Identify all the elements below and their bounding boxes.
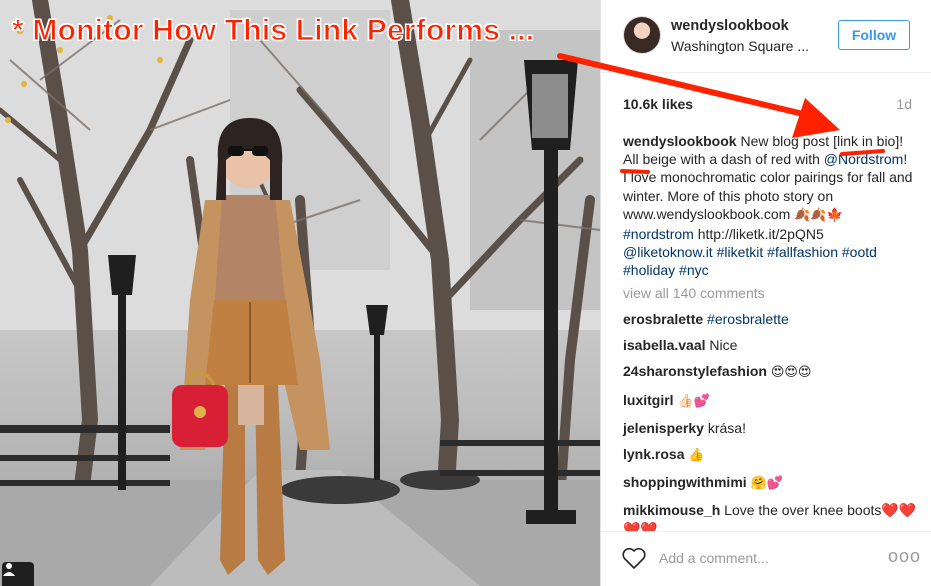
view-all-comments-link[interactable]: view all 140 comments bbox=[623, 285, 765, 301]
person-icon-glyph bbox=[3, 563, 15, 576]
hashtag-nordstrom[interactable]: #nordstrom bbox=[623, 226, 694, 242]
comment-hashtag[interactable]: #erosbralette bbox=[707, 311, 789, 327]
hashtag-liketkit[interactable]: #liketkit bbox=[717, 244, 764, 260]
comment-footer: ooo bbox=[601, 531, 931, 586]
caption-username[interactable]: wendyslookbook bbox=[623, 133, 737, 149]
post-caption: wendyslookbook New blog post [link in bi… bbox=[623, 132, 913, 280]
instagram-post-screen: * Monitor How This Link Performs ... wen… bbox=[0, 0, 931, 586]
comment-item: isabella.vaal Nice bbox=[623, 336, 918, 354]
hashtag-holiday[interactable]: #holiday bbox=[623, 262, 675, 278]
post-location[interactable]: Washington Square ... bbox=[671, 38, 809, 54]
post-header: wendyslookbook Washington Square ... Fol… bbox=[601, 0, 931, 73]
mention-liketoknow[interactable]: @liketoknow.it bbox=[623, 244, 713, 260]
comment-item: lynk.rosa 👍 bbox=[623, 445, 918, 465]
comment-text: 😍😍😍 bbox=[770, 365, 812, 381]
more-options-icon[interactable]: ooo bbox=[888, 546, 920, 568]
caption-text-1: New blog post [ bbox=[740, 133, 837, 149]
post-photo[interactable]: * Monitor How This Link Performs ... bbox=[0, 0, 600, 586]
hashtag-fallfashion[interactable]: #fallfashion bbox=[767, 244, 838, 260]
post-time[interactable]: 1d bbox=[896, 96, 912, 112]
likes-count[interactable]: 10.6k likes bbox=[623, 96, 693, 112]
hashtag-nyc[interactable]: #nyc bbox=[679, 262, 709, 278]
mention-nordstrom[interactable]: @Nordstrom bbox=[824, 151, 904, 167]
comment-item: 24sharonstylefashion 😍😍😍 bbox=[623, 362, 918, 382]
heart-icon[interactable] bbox=[621, 546, 649, 572]
post-username[interactable]: wendyslookbook bbox=[671, 18, 789, 34]
comment-item: jelenisperky krása! bbox=[623, 419, 918, 437]
comment-username[interactable]: jelenisperky bbox=[623, 420, 704, 436]
comment-text: 👍 bbox=[688, 448, 705, 464]
comment-item: shoppingwithmimi 🤗💕 bbox=[623, 473, 918, 493]
annotation-title: * Monitor How This Link Performs ... bbox=[11, 14, 535, 48]
caption-emoji-line: 🍂🍂🍁 bbox=[794, 207, 843, 223]
follow-button[interactable]: Follow bbox=[838, 20, 910, 50]
post-details-panel: wendyslookbook Washington Square ... Fol… bbox=[600, 0, 931, 586]
comment-item: erosbralette #erosbralette bbox=[623, 310, 918, 328]
comment-text: Nice bbox=[709, 337, 738, 354]
person-icon[interactable] bbox=[2, 562, 34, 586]
add-comment-input[interactable] bbox=[657, 546, 871, 570]
hashtag-ootd[interactable]: #ootd bbox=[842, 244, 877, 260]
comment-username[interactable]: 24sharonstylefashion bbox=[623, 363, 767, 379]
comment-username[interactable]: luxitgirl bbox=[623, 392, 674, 408]
comments-list: erosbralette #erosbralette isabella.vaal… bbox=[623, 310, 918, 546]
comment-username[interactable]: mikkimouse_h bbox=[623, 502, 720, 518]
avatar[interactable] bbox=[623, 16, 661, 54]
caption-link-in-bio: link in bio bbox=[836, 133, 896, 149]
comment-text: krása! bbox=[707, 419, 746, 436]
comment-username[interactable]: isabella.vaal bbox=[623, 337, 706, 353]
comment-username[interactable]: shoppingwithmimi bbox=[623, 474, 747, 490]
heart-icon-glyph bbox=[622, 547, 646, 569]
caption-liketk-url: http://liketk.it/2pQN5 bbox=[697, 226, 824, 243]
comment-text: 🤗💕 bbox=[750, 476, 783, 492]
comment-text: 👍🏻💕 bbox=[677, 393, 710, 409]
comment-item: luxitgirl 👍🏻💕 bbox=[623, 391, 918, 411]
photo-scene bbox=[0, 0, 600, 586]
comment-username[interactable]: erosbralette bbox=[623, 311, 703, 327]
comment-username[interactable]: lynk.rosa bbox=[623, 446, 684, 462]
